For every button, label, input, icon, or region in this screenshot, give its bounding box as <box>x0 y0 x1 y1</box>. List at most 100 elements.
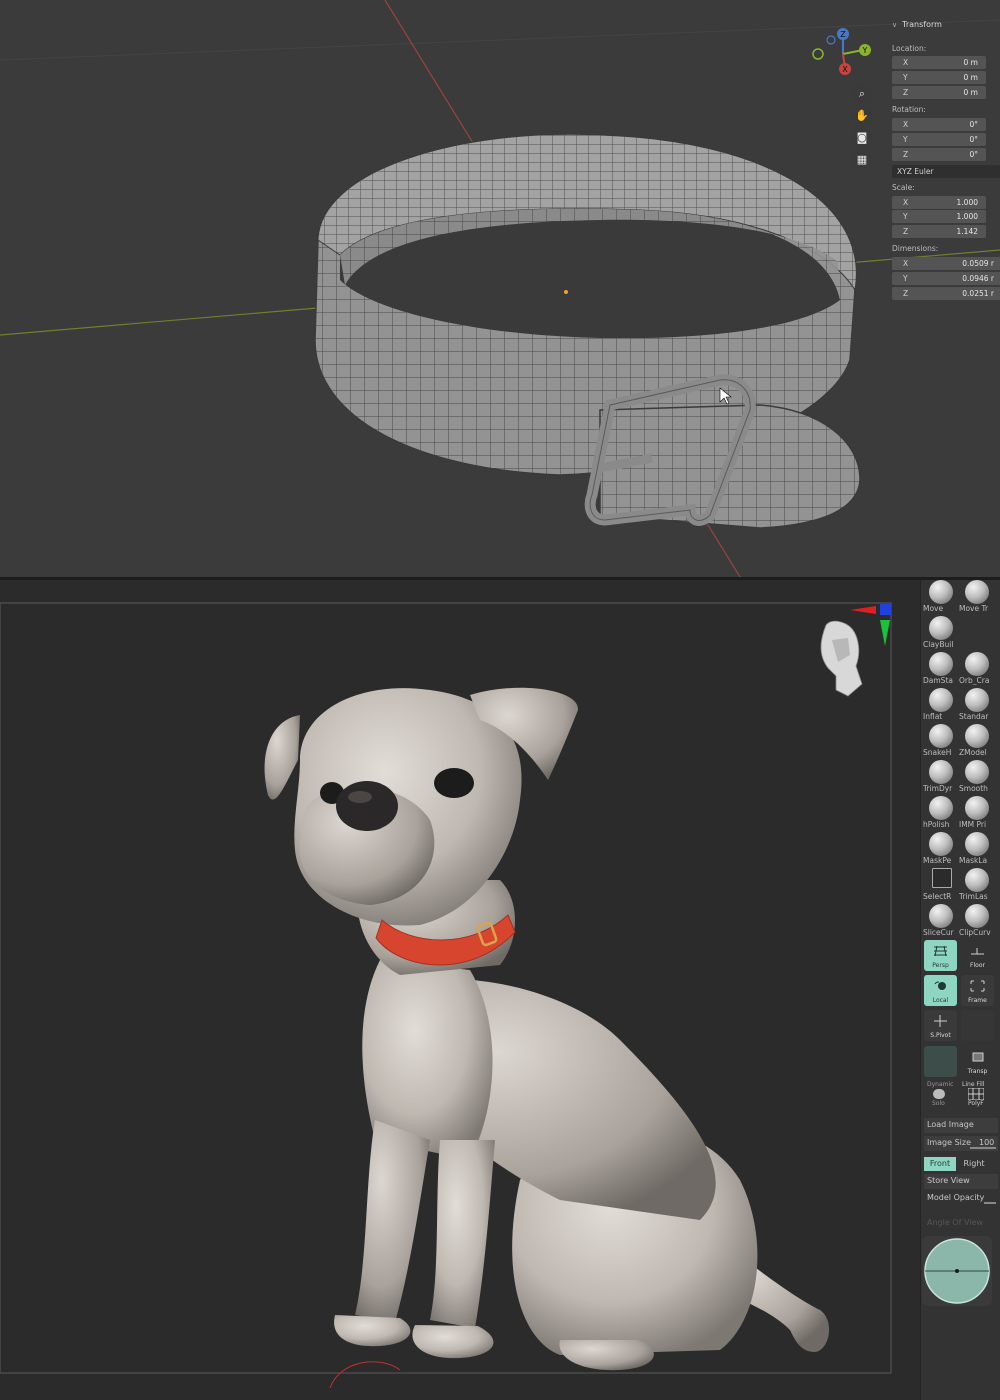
frame-button[interactable]: Frame <box>961 975 994 1006</box>
polyframe-icon[interactable] <box>968 1088 984 1100</box>
gizmo-x-label: X <box>842 65 848 74</box>
solo-icon[interactable] <box>933 1089 945 1099</box>
transparency-icon <box>972 1052 984 1062</box>
brush-clipcurve[interactable]: ClipCurv <box>959 904 995 940</box>
right-view-tab[interactable]: Right <box>958 1157 990 1171</box>
zbrush-window: Move Move Tr ClayBuil DamSta Orb_Cra Inf… <box>0 580 1000 1400</box>
camera-icon[interactable]: ◙ <box>852 128 872 148</box>
local-button[interactable]: Local <box>924 975 957 1006</box>
dimensions-x-field[interactable]: X 0.0509 r <box>892 257 1000 270</box>
dynamic-label: Dynamic <box>927 1081 954 1088</box>
brush-hpolish[interactable]: hPolish <box>923 796 959 832</box>
local-icon <box>934 981 946 990</box>
angle-of-view-slider: Angle Of View <box>927 1218 983 1227</box>
dimensions-y-field[interactable]: Y 0.0946 r <box>892 272 1000 285</box>
brush-trimdynamic[interactable]: TrimDyr <box>923 760 959 796</box>
disabled-view-button <box>961 1010 994 1041</box>
brush-zmodeler[interactable]: ZModel <box>959 724 995 760</box>
location-z-field[interactable]: Z0 m <box>892 86 986 99</box>
brush-move-topological[interactable]: Move Tr <box>959 580 995 616</box>
brush-icon <box>929 688 953 712</box>
brush-icon <box>929 796 953 820</box>
polyf-label: PolyF <box>968 1100 984 1107</box>
transp-button[interactable]: Transp <box>961 1046 994 1077</box>
scale-y-field[interactable]: Y 1.000 <box>892 210 986 223</box>
brush-icon <box>929 580 953 604</box>
load-image-button[interactable]: Load Image <box>924 1118 998 1133</box>
floor-button[interactable]: Floor <box>961 940 994 971</box>
brush-icon <box>929 832 953 856</box>
zbrush-canvas[interactable] <box>0 580 920 1400</box>
brush-standard[interactable]: Standar <box>959 688 995 724</box>
brush-damstandard[interactable]: DamSta <box>923 652 959 688</box>
frame-icon <box>970 980 985 992</box>
line-fill-label: Line Fill <box>962 1081 985 1088</box>
brush-icon <box>929 724 953 748</box>
brush-icon <box>965 652 989 676</box>
brush-icon <box>929 652 953 676</box>
store-view-button[interactable]: Store View <box>924 1174 998 1189</box>
navigation-orb-icon[interactable] <box>922 1236 992 1306</box>
zoom-icon[interactable]: ⌕ <box>852 84 872 104</box>
model-opacity-slider[interactable]: Model Opacity <box>924 1191 998 1206</box>
navigation-gizmo[interactable]: Z Y X <box>805 26 875 86</box>
pan-hand-icon[interactable]: ✋ <box>852 106 872 126</box>
scale-x-field[interactable]: X 1.000 <box>892 196 986 209</box>
grid-icon[interactable]: ▦ <box>852 150 872 170</box>
brush-orb-cracks[interactable]: Orb_Cra <box>959 652 995 688</box>
dimensions-z-field[interactable]: Z 0.0251 r <box>892 287 1000 300</box>
brush-icon <box>965 580 989 604</box>
brush-icon <box>965 868 989 892</box>
brush-maskpen[interactable]: MaskPe <box>923 832 959 868</box>
chevron-down-icon: ∨ <box>892 21 898 29</box>
pivot-icon <box>934 1015 947 1027</box>
rotation-z-field[interactable]: Z 0° <box>892 148 986 161</box>
brush-masklasso[interactable]: MaskLa <box>959 832 995 868</box>
transform-panel: ∨ Transform Location: X0 m Y0 m Z0 m Rota… <box>886 14 1000 314</box>
transform-title: Transform <box>902 20 942 29</box>
brush-icon <box>965 832 989 856</box>
scale-z-field[interactable]: Z 1.142 <box>892 225 986 238</box>
perspective-icon <box>934 945 947 957</box>
brush-icon <box>965 724 989 748</box>
transform-panel-header[interactable]: ∨ Transform <box>892 20 942 29</box>
brush-inflate[interactable]: Inflat <box>923 688 959 724</box>
brush-smooth[interactable]: Smooth <box>959 760 995 796</box>
rotation-y-field[interactable]: Y 0° <box>892 133 986 146</box>
location-y-field[interactable]: Y0 m <box>892 71 986 84</box>
rotation-x-field[interactable]: X 0° <box>892 118 986 131</box>
rotation-label: Rotation: <box>892 105 926 114</box>
brush-move[interactable]: Move <box>923 580 959 616</box>
brush-slicecurve[interactable]: SliceCur <box>923 904 959 940</box>
brush-icon <box>929 760 953 784</box>
solo-label: Solo <box>932 1100 945 1107</box>
location-x-field[interactable]: X0 m <box>892 56 986 69</box>
brush-icon <box>965 760 989 784</box>
brush-icon <box>929 904 953 928</box>
axis-gizmo-icon[interactable]: Z Y X <box>805 26 875 86</box>
persp-button[interactable]: Persp <box>924 940 957 971</box>
location-label: Location: <box>892 44 927 53</box>
dynamic-button[interactable] <box>924 1046 957 1077</box>
spivot-button[interactable]: S.Pivot <box>924 1010 957 1041</box>
brush-icon <box>965 904 989 928</box>
brush-icon <box>965 796 989 820</box>
blender-3d-scene[interactable] <box>0 0 1000 577</box>
brush-selectrect[interactable]: SelectR <box>923 868 959 904</box>
rotation-mode-dropdown[interactable]: XYZ Euler <box>892 165 1000 178</box>
blender-viewport[interactable]: Z Y X ⌕ ✋ ◙ ▦ ∨ Transform Location: X0 m … <box>0 0 1000 577</box>
select-rect-icon <box>932 868 952 888</box>
gizmo-y-label: Y <box>862 46 868 55</box>
brush-imm-primitives[interactable]: IMM Pri <box>959 796 995 832</box>
floor-icon <box>971 948 984 955</box>
brush-snakehook[interactable]: SnakeH <box>923 724 959 760</box>
front-view-tab[interactable]: Front <box>924 1157 956 1171</box>
image-size-slider[interactable]: Image Size 100 <box>924 1136 998 1151</box>
scale-label: Scale: <box>892 183 915 192</box>
brush-icon <box>965 688 989 712</box>
dimensions-label: Dimensions: <box>892 244 939 253</box>
brush-trimlasso[interactable]: TrimLas <box>959 868 995 904</box>
brush-icon <box>929 616 953 640</box>
object-origin <box>564 290 568 294</box>
brush-claybuildup[interactable]: ClayBuil <box>923 616 959 652</box>
